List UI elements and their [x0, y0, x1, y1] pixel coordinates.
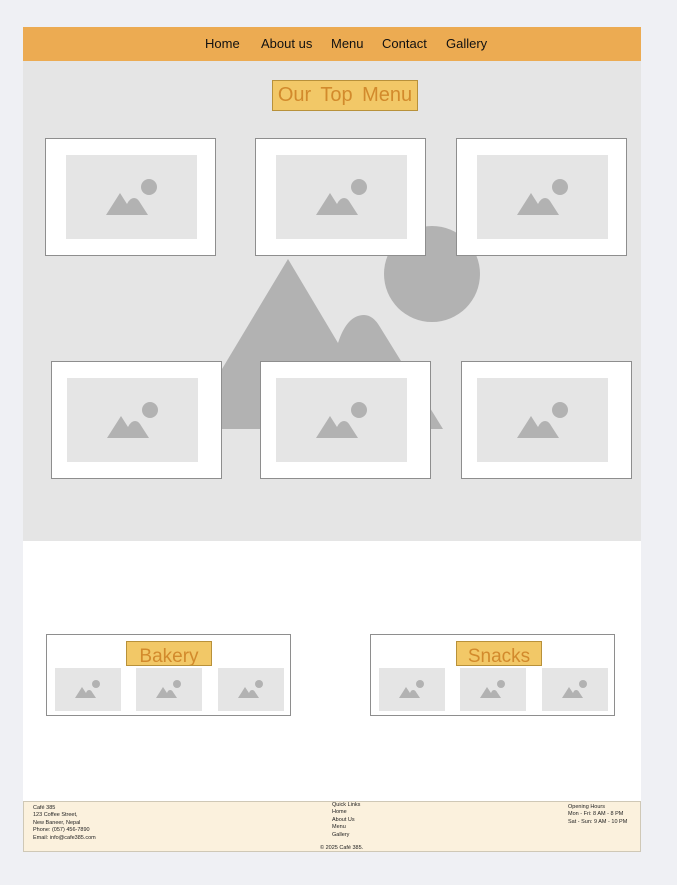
- site-footer: Café 385 123 Coffee Street, New Baneer, …: [23, 801, 641, 852]
- menu-card-3[interactable]: [456, 138, 627, 256]
- image-placeholder-icon: [218, 668, 284, 711]
- nav-gallery-link[interactable]: Gallery: [446, 37, 487, 51]
- top-nav: Home About us Menu Contact Gallery: [23, 27, 641, 61]
- footer-quick-links: Quick Links Home About Us Menu Gallery: [332, 802, 360, 839]
- address-city: New Baneer, Nepal: [33, 819, 81, 826]
- snacks-category[interactable]: Snacks: [370, 634, 615, 716]
- phone-text: Phone: (057) 456-7890: [33, 827, 90, 834]
- footer-link-about[interactable]: About Us: [332, 817, 360, 824]
- nav-home-link[interactable]: Home: [205, 37, 240, 51]
- footer-contact: Café 385 123 Coffee Street, New Baneer, …: [33, 805, 96, 842]
- image-placeholder-icon: [66, 155, 197, 239]
- address-street: 123 Coffee Street,: [33, 812, 78, 819]
- image-placeholder-icon: [55, 668, 121, 711]
- menu-card-2[interactable]: [255, 138, 426, 256]
- footer-link-menu[interactable]: Menu: [332, 824, 360, 831]
- nav-about-link[interactable]: About us: [261, 37, 312, 51]
- image-placeholder-icon: [379, 668, 445, 711]
- menu-card-5[interactable]: [260, 361, 431, 479]
- image-placeholder-icon: [67, 378, 198, 462]
- menu-card-1[interactable]: [45, 138, 216, 256]
- quick-links-heading: Quick Links: [332, 802, 361, 808]
- top-menu-title: Our Top Menu: [272, 80, 418, 111]
- bakery-category[interactable]: Bakery: [46, 634, 291, 716]
- copyright-text: © 2025 Café 385.: [320, 845, 364, 851]
- nav-menu-link[interactable]: Menu: [331, 37, 364, 51]
- hours-weekday: Mon - Fri: 8 AM - 8 PM: [568, 811, 624, 818]
- cafe-name: Café 385: [33, 805, 56, 811]
- image-placeholder-icon: [136, 668, 202, 711]
- footer-opening-hours: Opening Hours Mon - Fri: 8 AM - 8 PM Sat…: [568, 804, 627, 826]
- image-placeholder-icon: [542, 668, 608, 711]
- image-placeholder-icon: [460, 668, 526, 711]
- page: Home About us Menu Contact Gallery Our T…: [23, 27, 641, 852]
- bakery-title: Bakery: [126, 641, 212, 666]
- nav-contact-link[interactable]: Contact: [382, 37, 427, 51]
- snacks-title: Snacks: [456, 641, 542, 666]
- menu-card-6[interactable]: [461, 361, 632, 479]
- footer-link-home[interactable]: Home: [332, 809, 360, 816]
- top-menu-section: Our Top Menu: [23, 61, 641, 541]
- menu-card-4[interactable]: [51, 361, 222, 479]
- opening-hours-heading: Opening Hours: [568, 804, 605, 810]
- footer-link-gallery[interactable]: Gallery: [332, 832, 360, 839]
- email-text: Email: info@cafe385.com: [33, 834, 96, 841]
- image-placeholder-icon: [477, 378, 608, 462]
- image-placeholder-icon: [477, 155, 608, 239]
- hours-weekend: Sat - Sun: 9 AM - 10 PM: [568, 818, 628, 825]
- image-placeholder-icon: [276, 378, 407, 462]
- image-placeholder-icon: [276, 155, 407, 239]
